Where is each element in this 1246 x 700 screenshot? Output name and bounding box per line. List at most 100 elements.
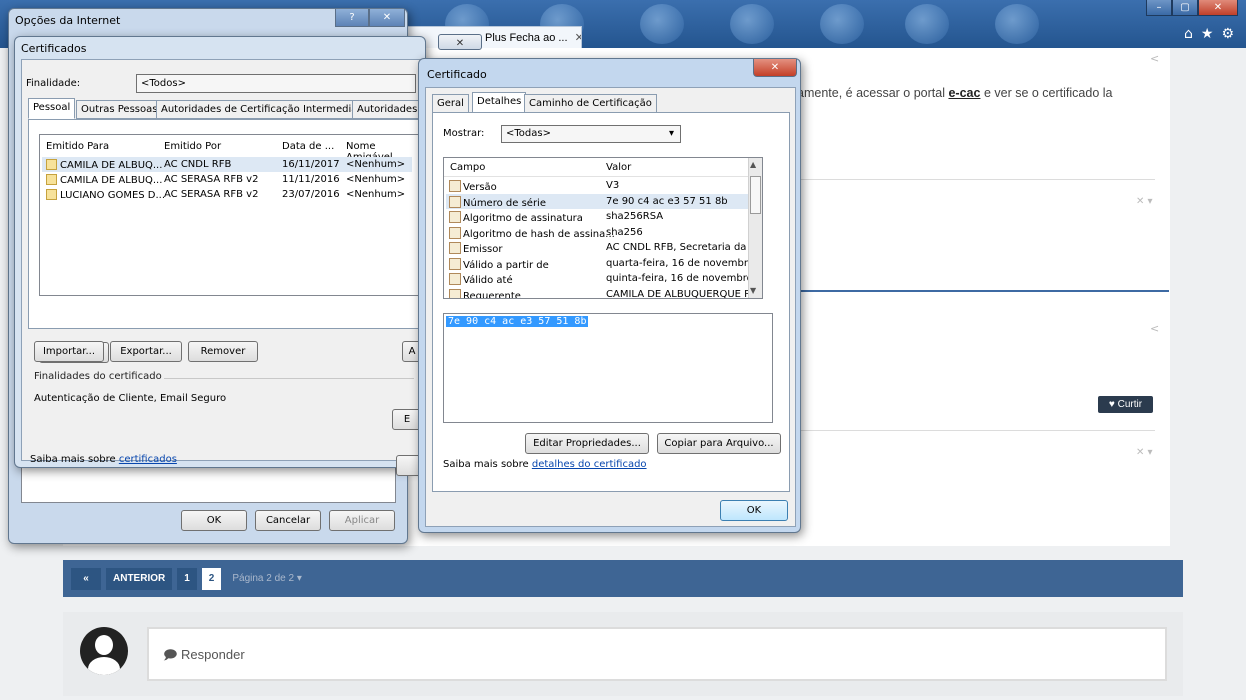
purposes-value: Autenticação de Cliente, Email Seguro [34, 393, 227, 404]
scroll-up-icon[interactable]: ▲ [750, 160, 756, 169]
tab-pessoal[interactable]: Pessoal [28, 98, 76, 119]
list-item[interactable]: Algoritmo de assinatura [449, 211, 583, 224]
table-cell: <Nenhum> [346, 174, 406, 185]
reply-input[interactable]: 🗩 Responder [147, 627, 1167, 681]
tab-geral[interactable]: Geral [432, 94, 469, 113]
tab-autoridades-intermediarias[interactable]: Autoridades de Certificação Intermediári… [156, 100, 381, 119]
ok-button[interactable]: OK [181, 510, 247, 531]
selected-detail-text: 7e 90 c4 ac e3 57 51 8b [446, 316, 589, 327]
page-2-button[interactable]: 2 [201, 567, 222, 590]
minimize-button[interactable]: – [1146, 0, 1172, 16]
show-select[interactable]: <Todas> ▾ [501, 125, 681, 143]
learn-more-text: Saiba mais sobre [30, 454, 119, 465]
certificate-details-link[interactable]: detalhes do certificado [532, 459, 647, 470]
cancel-button[interactable]: Cancelar [255, 510, 321, 531]
show-select-value: <Todas> [506, 128, 551, 139]
list-item[interactable]: Emissor [449, 242, 503, 255]
list-item[interactable]: Válido a partir de [449, 258, 549, 271]
purpose-label: Finalidade: [26, 78, 81, 89]
scroll-down-icon[interactable]: ▼ [750, 286, 756, 295]
like-button[interactable]: ♥ Curtir [1098, 396, 1153, 413]
tab-detalhes[interactable]: Detalhes [472, 92, 527, 113]
maximize-button[interactable]: ▢ [1172, 0, 1198, 16]
first-page-icon[interactable]: « [71, 567, 101, 590]
tab-close-icon[interactable]: ✕ [575, 32, 581, 44]
table-cell: 11/11/2016 [282, 174, 340, 185]
ok-button[interactable]: OK [720, 500, 788, 521]
dismiss-icon[interactable]: ✕ ▾ [1136, 447, 1153, 458]
certificate-body: Geral Detalhes Caminho de Certificação M… [425, 87, 796, 527]
list-item[interactable]: Requerente [449, 289, 521, 298]
details-panel: Mostrar: <Todas> ▾ Campo Valor Versão V3 … [432, 112, 790, 492]
window-title: Certificado [427, 68, 487, 81]
table-row[interactable]: CAMILA DE ALBUQ... [46, 159, 162, 171]
taskbar-thumbnail-icon [995, 4, 1039, 44]
tab-outras-pessoas[interactable]: Outras Pessoas [76, 100, 163, 119]
page-info-dropdown[interactable]: Página 2 de 2 ▾ [232, 573, 302, 584]
close-window-button[interactable]: ✕ [1198, 0, 1238, 16]
table-row[interactable]: LUCIANO GOMES D... [46, 189, 165, 201]
post-divider [797, 179, 1155, 180]
field-value: CAMILA DE ALBUQUERQUE PE... [606, 289, 763, 299]
close-button[interactable]: ✕ [753, 59, 797, 77]
certificate-window: Certificado ✕ Geral Detalhes Caminho de … [418, 58, 801, 533]
dismiss-icon[interactable]: ✕ ▾ [1136, 196, 1153, 207]
previous-page-button[interactable]: ANTERIOR [106, 567, 173, 590]
favorites-star-icon[interactable]: ★ [1201, 26, 1214, 42]
certificate-icon [46, 174, 57, 185]
close-button[interactable]: ✕ [369, 9, 405, 27]
window-title: Certificados [21, 42, 87, 55]
column-header[interactable]: Campo [450, 162, 485, 173]
certificates-window: Certificados Finalidade: <Todos> Pessoal… [14, 36, 428, 476]
learn-more: Saiba mais sobre certificados [30, 454, 177, 465]
certificates-close-button[interactable]: ✕ [438, 34, 482, 50]
purpose-select[interactable]: <Todos> [136, 74, 416, 93]
certificate-icon [46, 159, 57, 170]
tab-caminho[interactable]: Caminho de Certificação [524, 94, 657, 113]
ecac-link[interactable]: e-cac [948, 86, 980, 100]
copy-to-file-button[interactable]: Copiar para Arquivo... [657, 433, 781, 454]
field-icon [449, 258, 461, 270]
list-item[interactable]: Algoritmo de hash de assina... [449, 227, 615, 240]
column-header[interactable]: Valor [606, 162, 631, 173]
page-1-button[interactable]: 1 [177, 567, 197, 590]
certificates-body: Finalidade: <Todos> Pessoal Outras Pesso… [21, 59, 428, 476]
post-divider [797, 430, 1155, 431]
table-row[interactable]: CAMILA DE ALBUQ... [46, 174, 162, 186]
browser-tab[interactable]: Plus Fecha ao ... ✕ [406, 26, 582, 48]
browser-window-controls: – ▢ ✕ [1146, 0, 1238, 16]
help-button[interactable]: ? [335, 9, 369, 27]
group-divider [164, 378, 414, 379]
post-text: amente, é acessar o portal e-cac e ver s… [797, 82, 1157, 104]
tab-autoridades-raiz[interactable]: Autoridades c [352, 100, 422, 119]
list-item[interactable]: Versão [449, 180, 497, 193]
list-item[interactable]: Número de série [449, 196, 546, 209]
show-label: Mostrar: [443, 128, 485, 139]
column-header[interactable]: Emitido Para [46, 141, 109, 152]
share-icon[interactable]: < [1150, 322, 1159, 335]
browser-tool-icons: ⌂ ★ ⚙ [1184, 26, 1234, 42]
scrollbar[interactable]: ▲ ▼ [748, 158, 762, 298]
edit-properties-button[interactable]: Editar Propriedades... [525, 433, 649, 454]
purposes-group-label: Finalidades do certificado [34, 371, 162, 382]
column-header[interactable]: Emitido Por [164, 141, 221, 152]
learn-more: Saiba mais sobre detalhes do certificado [443, 459, 647, 470]
fields-list: Campo Valor Versão V3 Número de série 7e… [443, 157, 763, 299]
export-button[interactable]: Exportar... [110, 341, 182, 362]
certificates-link[interactable]: certificados [119, 454, 177, 465]
list-item[interactable]: Válido até [449, 273, 513, 286]
column-header[interactable]: Data de ... [282, 141, 334, 152]
field-icon [449, 242, 461, 254]
gear-icon[interactable]: ⚙ [1221, 26, 1234, 42]
share-icon[interactable]: < [1150, 52, 1159, 65]
field-icon [449, 196, 461, 208]
comment-icon: 🗩 [163, 647, 182, 662]
table-cell: 23/07/2016 [282, 189, 340, 200]
import-button[interactable]: Importar... [34, 341, 104, 362]
apply-button[interactable]: Aplicar [329, 510, 395, 531]
scrollbar-thumb[interactable] [750, 176, 761, 214]
field-value: 7e 90 c4 ac e3 57 51 8b [606, 196, 728, 207]
home-icon[interactable]: ⌂ [1184, 26, 1193, 42]
field-detail-textarea[interactable]: 7e 90 c4 ac e3 57 51 8b [443, 313, 773, 423]
remove-button[interactable]: Remover [188, 341, 258, 362]
